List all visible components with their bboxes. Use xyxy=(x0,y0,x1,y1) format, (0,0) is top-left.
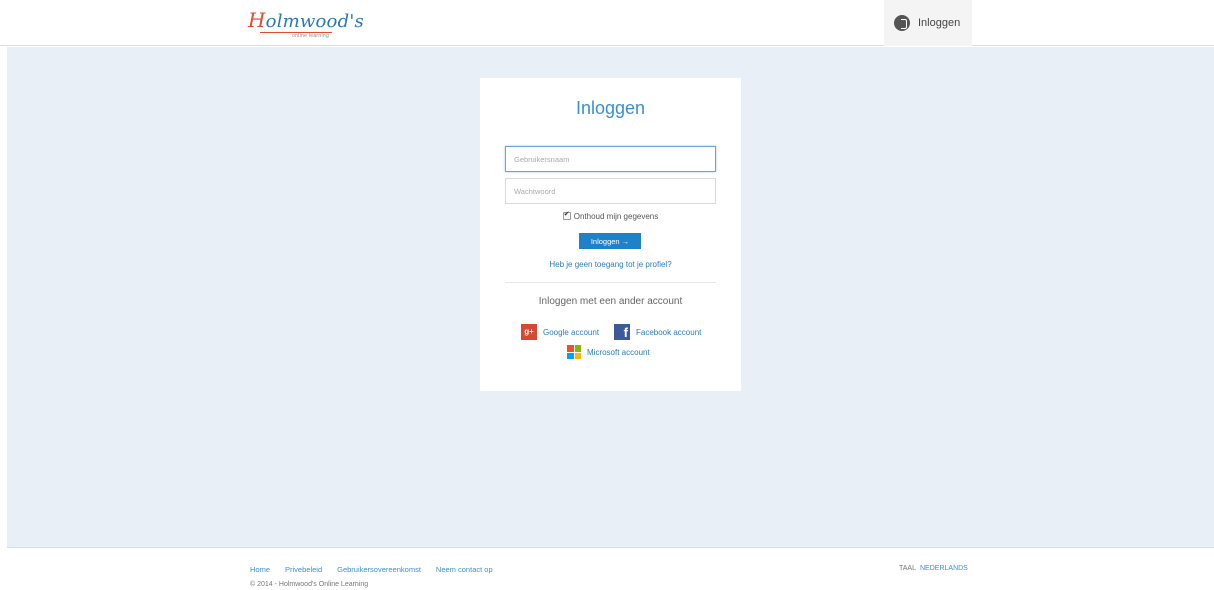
facebook-login-label: Facebook account xyxy=(636,327,702,337)
footer-link-home[interactable]: Home xyxy=(250,565,270,574)
language-selector: TAAL NEDERLANDS xyxy=(899,565,968,572)
password-input[interactable] xyxy=(505,178,716,204)
remember-me-row: Onthoud mijn gegevens xyxy=(480,210,741,221)
facebook-login-link[interactable]: f Facebook account xyxy=(614,324,701,340)
microsoft-icon xyxy=(567,345,581,359)
username-input[interactable] xyxy=(505,146,716,172)
login-card: Inloggen Onthoud mijn gegevens Inloggen … xyxy=(480,78,741,391)
language-label: TAAL xyxy=(899,565,916,572)
footer-link-privacy[interactable]: Privebeleid xyxy=(285,565,322,574)
footer-link-terms[interactable]: Gebruikersovereenkomst xyxy=(337,565,421,574)
remember-me-label: Onthoud mijn gegevens xyxy=(573,212,659,221)
facebook-icon: f xyxy=(614,324,630,340)
login-icon xyxy=(894,15,910,31)
login-submit-button[interactable]: Inloggen → xyxy=(579,233,641,249)
login-title: Inloggen xyxy=(575,98,646,118)
forgot-access-link[interactable]: Heb je geen toegang tot je profiel? xyxy=(480,260,741,269)
google-login-label: Google account xyxy=(543,327,600,337)
header-login-button[interactable]: Inloggen xyxy=(884,0,972,46)
footer-link-contact[interactable]: Neem contact op xyxy=(436,565,493,574)
google-login-link[interactable]: g+ Google account xyxy=(521,324,599,340)
divider xyxy=(505,282,716,283)
remember-me-checkbox[interactable] xyxy=(562,210,571,220)
microsoft-login-link[interactable]: Microsoft account xyxy=(567,345,650,359)
microsoft-login-label: Microsoft account xyxy=(587,347,650,357)
logo-subtitle: online learning xyxy=(292,33,330,39)
header-login-label: Inloggen xyxy=(918,17,961,29)
language-value-link[interactable]: NEDERLANDS xyxy=(920,565,968,572)
logo-wordmark: Holmwood's xyxy=(248,8,364,32)
alt-login-title: Inloggen met een ander account xyxy=(538,296,683,307)
copyright-text: © 2014 - Holmwood's Online Learning xyxy=(250,581,369,588)
holmwoods-logo[interactable]: Holmwood's online learning xyxy=(248,8,364,40)
google-plus-icon: g+ xyxy=(521,324,537,340)
top-header: Holmwood's online learning Inloggen xyxy=(0,0,1214,46)
footer-links: Home Privebeleid Gebruikersovereenkomst … xyxy=(250,565,493,574)
